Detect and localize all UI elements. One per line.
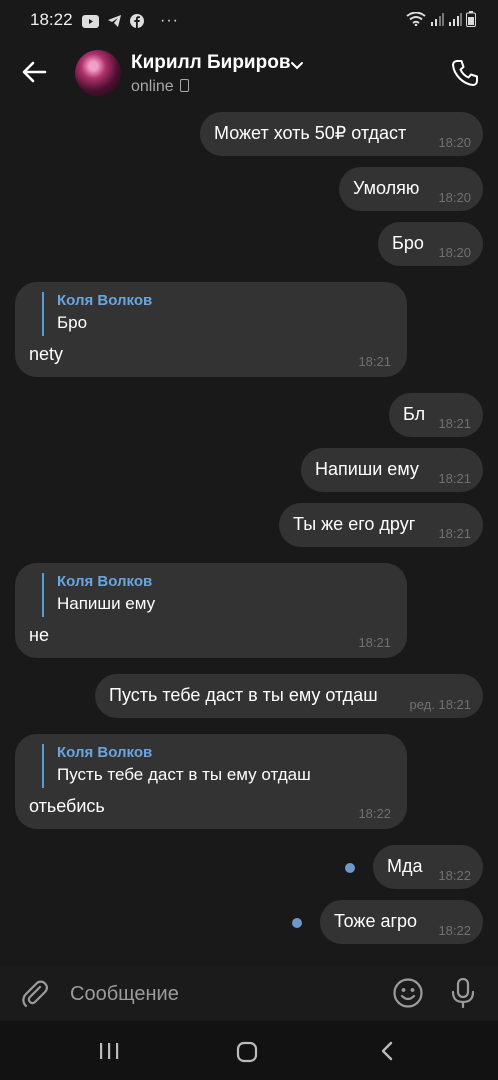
message-text: Тоже агро bbox=[334, 911, 418, 931]
reply-author: Коля Волков bbox=[57, 292, 153, 309]
outgoing-message[interactable]: Умоляю 18:20 bbox=[339, 167, 483, 211]
message-text: Напиши ему bbox=[315, 459, 419, 479]
message-time: 18:22 bbox=[438, 868, 471, 883]
chat-header: Кирилл Бириров online bbox=[0, 36, 498, 110]
contact-status: online bbox=[131, 78, 189, 96]
reply-quote[interactable]: Коля Волков Пусть тебе даст в ты ему отд… bbox=[42, 744, 311, 788]
unread-indicator bbox=[345, 863, 355, 873]
mobile-device-icon bbox=[179, 79, 189, 93]
chevron-down-icon[interactable] bbox=[290, 58, 304, 72]
reply-text: Напиши ему bbox=[57, 594, 156, 613]
home-icon[interactable] bbox=[236, 1041, 258, 1063]
message-text: не bbox=[29, 625, 49, 645]
incoming-message[interactable]: Коля Волков Бро nety 18:21 bbox=[15, 282, 407, 377]
message-input[interactable]: Сообщение bbox=[70, 983, 179, 1006]
message-text: Бро bbox=[392, 233, 424, 253]
reply-quote[interactable]: Коля Волков Напиши ему bbox=[42, 573, 155, 617]
message-text: Мда bbox=[387, 856, 423, 876]
avatar[interactable] bbox=[75, 50, 121, 96]
unread-indicator bbox=[292, 918, 302, 928]
message-text: nety bbox=[29, 344, 64, 364]
message-time: 18:21 bbox=[438, 526, 471, 541]
message-time: 18:21 bbox=[438, 416, 471, 431]
message-time: ред. 18:21 bbox=[409, 697, 471, 712]
emoji-icon[interactable] bbox=[392, 977, 424, 1009]
status-bar: 18:22 ··· bbox=[0, 0, 498, 36]
message-time: 18:20 bbox=[438, 135, 471, 150]
outgoing-message[interactable]: Тоже агро 18:22 bbox=[320, 900, 483, 944]
reply-author: Коля Волков bbox=[57, 573, 153, 590]
message-time: 18:21 bbox=[358, 635, 391, 650]
phone-icon[interactable] bbox=[450, 58, 480, 88]
recent-apps-icon[interactable] bbox=[98, 1043, 120, 1059]
outgoing-message[interactable]: Пусть тебе даст в ты ему отдаш ред. 18:2… bbox=[95, 674, 483, 718]
contact-name[interactable]: Кирилл Бириров bbox=[131, 52, 291, 74]
message-text: Умоляю bbox=[353, 178, 420, 198]
message-time: 18:22 bbox=[438, 923, 471, 938]
incoming-message[interactable]: Коля Волков Напиши ему не 18:21 bbox=[15, 563, 407, 658]
battery-icon bbox=[466, 11, 476, 27]
microphone-icon[interactable] bbox=[450, 977, 476, 1009]
outgoing-message[interactable]: Мда 18:22 bbox=[373, 845, 483, 889]
message-time: 18:21 bbox=[358, 354, 391, 369]
system-navigation-bar bbox=[0, 1021, 498, 1080]
message-text: Бл bbox=[403, 404, 426, 424]
reply-text: Пусть тебе даст в ты ему отдаш bbox=[57, 765, 311, 784]
incoming-message[interactable]: Коля Волков Пусть тебе даст в ты ему отд… bbox=[15, 734, 407, 829]
message-time: 18:22 bbox=[358, 806, 391, 821]
outgoing-message[interactable]: Бро 18:20 bbox=[378, 222, 483, 266]
more-notifications-icon: ··· bbox=[160, 12, 179, 29]
message-text: Может хоть 50₽ отдаст bbox=[214, 123, 407, 143]
outgoing-message[interactable]: Ты же его друг 18:21 bbox=[279, 503, 483, 547]
message-time: 18:21 bbox=[438, 471, 471, 486]
wifi-icon bbox=[406, 12, 426, 26]
outgoing-message[interactable]: Напиши ему 18:21 bbox=[301, 448, 483, 492]
nav-back-icon[interactable] bbox=[378, 1041, 396, 1061]
contact-status-text: online bbox=[131, 78, 174, 95]
message-time: 18:20 bbox=[438, 245, 471, 260]
youtube-icon bbox=[82, 14, 99, 28]
signal-icon-2 bbox=[449, 13, 462, 26]
message-text: отьебись bbox=[29, 796, 105, 816]
facebook-icon bbox=[130, 14, 144, 28]
back-arrow-icon[interactable] bbox=[20, 58, 48, 86]
message-time: 18:20 bbox=[438, 190, 471, 205]
notification-icons: ··· bbox=[82, 12, 179, 30]
status-time: 18:22 bbox=[30, 10, 73, 29]
telegram-icon bbox=[108, 15, 121, 27]
message-input-bar: Сообщение bbox=[0, 967, 498, 1021]
status-right-icons bbox=[406, 11, 476, 27]
outgoing-message[interactable]: Может хоть 50₽ отдаст 18:20 bbox=[200, 112, 483, 156]
signal-icon bbox=[431, 13, 444, 26]
message-text: Пусть тебе даст в ты ему отдаш bbox=[109, 685, 378, 705]
reply-author: Коля Волков bbox=[57, 744, 153, 761]
paperclip-icon[interactable] bbox=[20, 979, 50, 1009]
message-text: Ты же его друг bbox=[293, 514, 416, 534]
outgoing-message[interactable]: Бл 18:21 bbox=[389, 393, 483, 437]
reply-quote[interactable]: Коля Волков Бро bbox=[42, 292, 152, 336]
reply-text: Бро bbox=[57, 313, 88, 332]
